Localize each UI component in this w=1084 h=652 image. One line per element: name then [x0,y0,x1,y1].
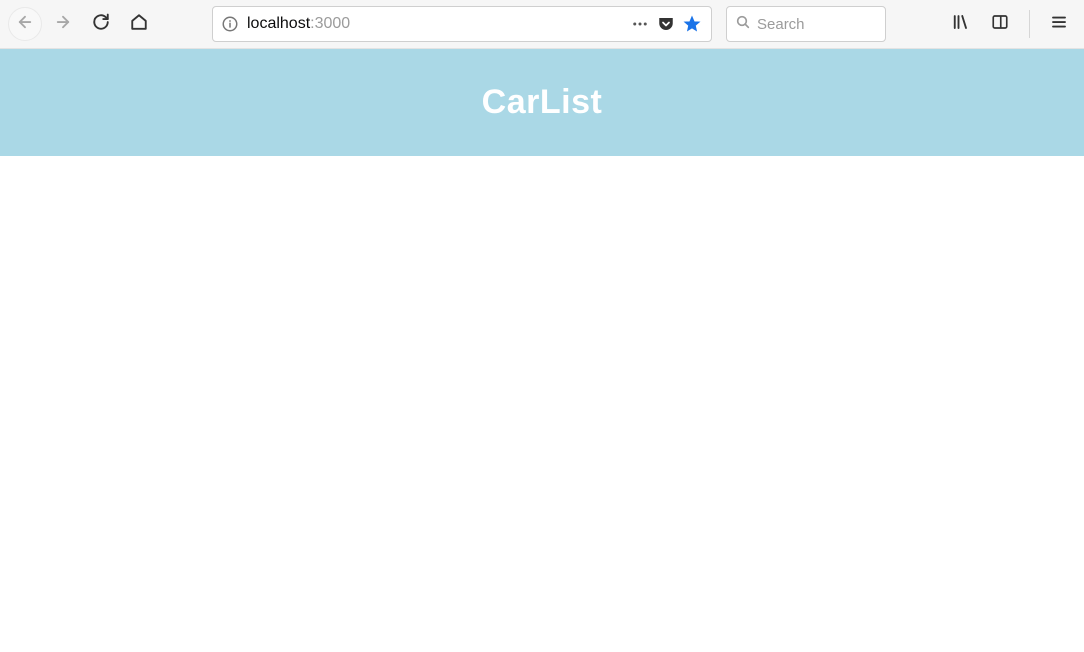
home-button[interactable] [122,7,156,41]
url-text[interactable]: localhost:3000 [247,15,623,33]
pocket-icon[interactable] [657,15,675,33]
bookmark-star-icon[interactable] [683,15,701,33]
reload-button[interactable] [84,7,118,41]
arrow-left-icon [16,13,34,36]
search-input[interactable] [757,16,877,33]
back-button[interactable] [8,7,42,41]
sidebar-icon [991,13,1009,36]
app-header: CarList [0,49,1084,156]
page-title: CarList [482,83,603,121]
url-host: localhost [247,15,310,33]
search-icon [735,14,751,35]
reload-icon [92,13,110,36]
home-icon [130,13,148,36]
sidebar-button[interactable] [983,7,1017,41]
browser-toolbar: localhost:3000 [0,0,1084,49]
page-content: CarList [0,49,1084,652]
library-icon [951,13,969,36]
site-info-icon[interactable] [221,15,239,33]
url-bar[interactable]: localhost:3000 [212,6,712,42]
arrow-right-icon [54,13,72,36]
more-dots-icon[interactable] [631,15,649,33]
forward-button[interactable] [46,7,80,41]
search-bar[interactable] [726,6,886,42]
right-tools [893,7,1076,41]
hamburger-menu-button[interactable] [1042,7,1076,41]
library-button[interactable] [943,7,977,41]
url-port: :3000 [310,15,350,33]
toolbar-divider [1029,10,1030,38]
hamburger-icon [1050,13,1068,36]
url-right-icons [631,15,703,33]
